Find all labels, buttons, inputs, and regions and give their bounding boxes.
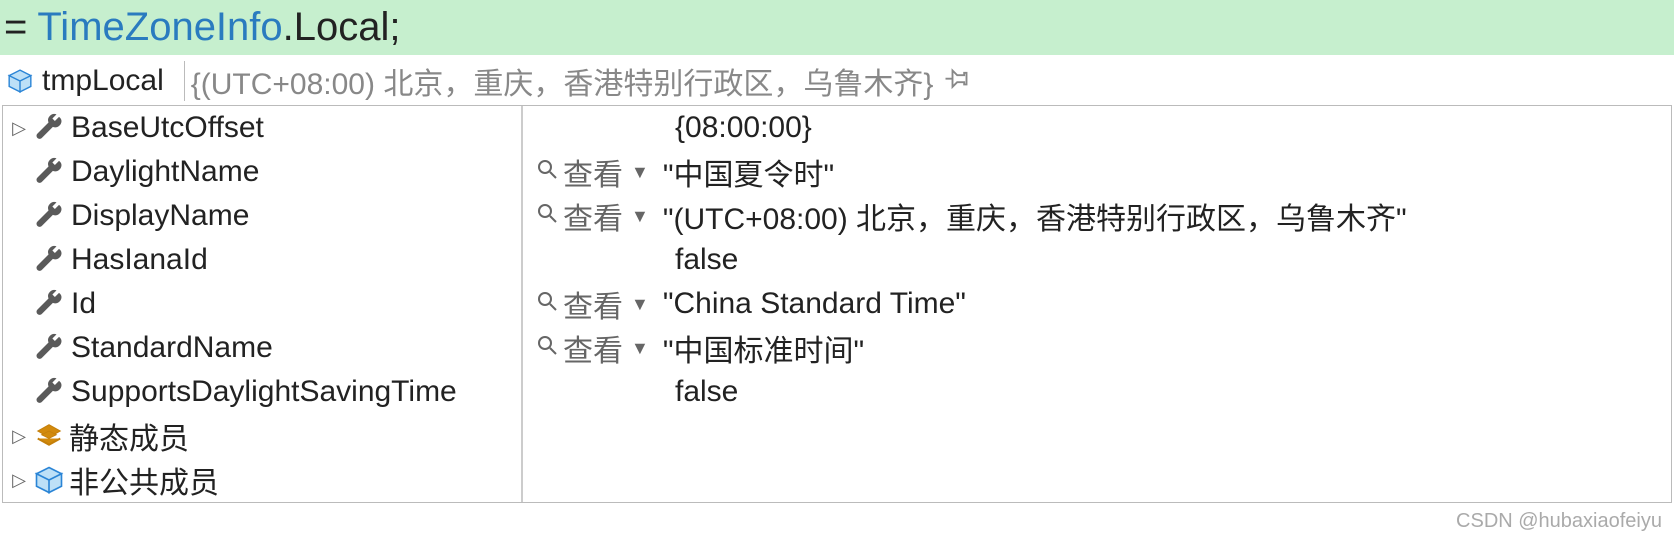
property-value: "中国标准时间" bbox=[663, 326, 864, 370]
visualizer-label: 查看 bbox=[563, 150, 623, 194]
visualizer-picker[interactable]: 查看 ▼ bbox=[535, 194, 657, 238]
magnifier-icon[interactable] bbox=[535, 199, 559, 233]
property-row[interactable]: SupportsDaylightSavingTime false bbox=[3, 370, 1671, 414]
group-value-cell bbox=[523, 414, 1671, 458]
property-row[interactable]: StandardName 查看 ▼ "中国标准时间" bbox=[3, 326, 1671, 370]
property-name-cell[interactable]: Id bbox=[3, 282, 523, 326]
property-value-cell[interactable]: 查看 ▼ "China Standard Time" bbox=[523, 282, 1671, 326]
property-value: "China Standard Time" bbox=[663, 287, 966, 321]
code-line: = TimeZoneInfo . Local ; bbox=[0, 0, 1674, 55]
property-value-cell[interactable]: false bbox=[523, 370, 1671, 414]
semicolon-token: ; bbox=[389, 5, 400, 50]
property-value-cell[interactable]: 查看 ▼ "(UTC+08:00) 北京，重庆，香港特别行政区，乌鲁木齐" bbox=[523, 194, 1671, 238]
visualizer-label: 查看 bbox=[563, 282, 623, 326]
equals-token: = bbox=[4, 5, 27, 50]
property-row[interactable]: DisplayName 查看 ▼ "(UTC+08:00) 北京，重庆，香港特别行政区… bbox=[3, 194, 1671, 238]
property-name-cell[interactable]: StandardName bbox=[3, 326, 523, 370]
elapsed-hint: 时间 <= 1ms bbox=[1122, 61, 1333, 110]
property-name: SupportsDaylightSavingTime bbox=[71, 375, 457, 409]
property-name: DisplayName bbox=[71, 199, 249, 233]
variable-name: tmpLocal bbox=[42, 64, 164, 98]
property-value: "(UTC+08:00) 北京，重庆，香港特别行政区，乌鲁木齐" bbox=[663, 194, 1407, 238]
property-name-cell[interactable]: HasIanaId bbox=[3, 238, 523, 282]
property-name: HasIanaId bbox=[71, 243, 208, 277]
dropdown-icon[interactable]: ▼ bbox=[631, 338, 649, 359]
property-value-cell[interactable]: {08:00:00} bbox=[523, 106, 1671, 150]
property-value: false bbox=[675, 375, 738, 409]
magnifier-icon[interactable] bbox=[535, 155, 559, 189]
wrench-icon bbox=[31, 201, 67, 231]
type-name: TimeZoneInfo bbox=[37, 5, 282, 50]
static-members-icon bbox=[31, 421, 67, 451]
pin-icon[interactable] bbox=[937, 62, 975, 100]
property-value: {08:00:00} bbox=[675, 111, 812, 145]
watermark: CSDN @hubaxiaofeiyu bbox=[1456, 510, 1662, 533]
wrench-icon bbox=[31, 289, 67, 319]
group-row[interactable]: ▷ 静态成员 bbox=[3, 414, 1671, 458]
property-value: "中国夏令时" bbox=[663, 150, 834, 194]
property-row[interactable]: HasIanaId false bbox=[3, 238, 1671, 282]
dropdown-icon[interactable]: ▼ bbox=[631, 162, 649, 183]
property-value: false bbox=[675, 243, 738, 277]
property-name-cell[interactable]: ▷ BaseUtcOffset bbox=[3, 106, 523, 150]
group-value-cell bbox=[523, 458, 1671, 502]
magnifier-icon[interactable] bbox=[535, 331, 559, 365]
group-name: 非公共成员 bbox=[69, 458, 219, 502]
object-icon bbox=[4, 65, 36, 97]
wrench-icon bbox=[31, 113, 67, 143]
visualizer-label: 查看 bbox=[563, 326, 623, 370]
datatip-header[interactable]: tmpLocal {(UTC+08:00) 北京，重庆，香港特别行政区，乌鲁木齐… bbox=[0, 57, 1674, 105]
wrench-icon bbox=[31, 377, 67, 407]
property-name: BaseUtcOffset bbox=[71, 111, 264, 145]
divider bbox=[184, 61, 185, 101]
property-value-cell[interactable]: false bbox=[523, 238, 1671, 282]
expander-icon[interactable]: ▷ bbox=[7, 470, 31, 491]
visualizer-picker[interactable]: 查看 ▼ bbox=[535, 282, 657, 326]
magnifier-icon[interactable] bbox=[535, 287, 559, 321]
property-name-cell[interactable]: DisplayName bbox=[3, 194, 523, 238]
object-icon bbox=[31, 465, 67, 495]
object-summary: {(UTC+08:00) 北京，重庆，香港特别行政区，乌鲁木齐} bbox=[191, 59, 934, 103]
dropdown-icon[interactable]: ▼ bbox=[631, 206, 649, 227]
properties-panel: ▷ BaseUtcOffset {08:00:00} DaylightName 查看 ▼ "… bbox=[2, 105, 1672, 503]
group-name-cell[interactable]: ▷ 非公共成员 bbox=[3, 458, 523, 502]
wrench-icon bbox=[31, 333, 67, 363]
expander-icon[interactable]: ▷ bbox=[7, 426, 31, 447]
property-row[interactable]: DaylightName 查看 ▼ "中国夏令时" bbox=[3, 150, 1671, 194]
dot-token: . bbox=[283, 5, 294, 50]
property-name: DaylightName bbox=[71, 155, 259, 189]
property-name: Id bbox=[71, 287, 96, 321]
group-row[interactable]: ▷ 非公共成员 bbox=[3, 458, 1671, 502]
visualizer-picker[interactable]: 查看 ▼ bbox=[535, 150, 657, 194]
wrench-icon bbox=[31, 245, 67, 275]
member-name: Local bbox=[294, 5, 390, 50]
wrench-icon bbox=[31, 157, 67, 187]
expander-icon[interactable]: ▷ bbox=[7, 118, 31, 139]
property-name-cell[interactable]: SupportsDaylightSavingTime bbox=[3, 370, 523, 414]
property-name-cell[interactable]: DaylightName bbox=[3, 150, 523, 194]
group-name-cell[interactable]: ▷ 静态成员 bbox=[3, 414, 523, 458]
dropdown-icon[interactable]: ▼ bbox=[631, 294, 649, 315]
visualizer-label: 查看 bbox=[563, 194, 623, 238]
property-row[interactable]: ▷ BaseUtcOffset {08:00:00} bbox=[3, 106, 1671, 150]
property-name: StandardName bbox=[71, 331, 273, 365]
property-value-cell[interactable]: 查看 ▼ "中国夏令时" bbox=[523, 150, 1671, 194]
property-row[interactable]: Id 查看 ▼ "China Standard Time" bbox=[3, 282, 1671, 326]
group-name: 静态成员 bbox=[69, 414, 189, 458]
property-value-cell[interactable]: 查看 ▼ "中国标准时间" bbox=[523, 326, 1671, 370]
visualizer-picker[interactable]: 查看 ▼ bbox=[535, 326, 657, 370]
